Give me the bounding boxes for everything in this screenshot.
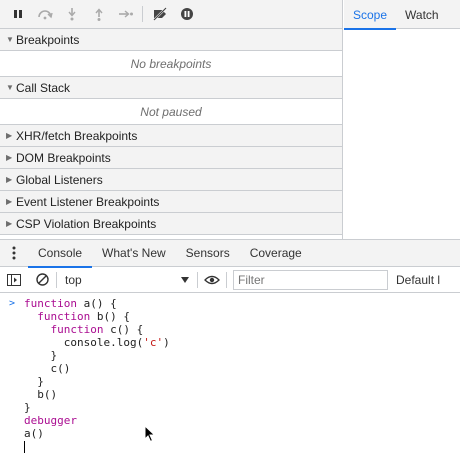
section-title: XHR/fetch Breakpoints: [16, 128, 138, 143]
tab-scope[interactable]: Scope: [344, 0, 397, 30]
code-line: a(): [24, 427, 44, 440]
toolbar-divider: [226, 271, 227, 288]
text-caret: [24, 441, 25, 453]
live-expression-eye-icon[interactable]: [198, 267, 226, 293]
step-over-icon[interactable]: [31, 0, 58, 29]
code-line: [0, 440, 460, 453]
toolbar-divider: [142, 6, 143, 22]
code-line: debugger: [24, 414, 77, 427]
expanded-triangle-icon: ▼: [6, 83, 14, 92]
step-into-icon[interactable]: [58, 0, 85, 29]
context-value: top: [65, 272, 82, 287]
code-line: function c() {: [50, 323, 144, 336]
breakpoints-header[interactable]: ▼ Breakpoints: [0, 29, 342, 51]
more-options-icon[interactable]: [0, 240, 28, 267]
debugger-sidebar: ▼ Breakpoints No breakpoints ▼ Call Stac…: [0, 0, 343, 239]
sources-debugger-panel: ▼ Breakpoints No breakpoints ▼ Call Stac…: [0, 0, 460, 239]
tab-sensors[interactable]: Sensors: [176, 240, 240, 267]
tab-watch[interactable]: Watch: [396, 0, 448, 29]
call-stack-header[interactable]: ▼ Call Stack: [0, 77, 342, 99]
collapsed-triangle-icon: ▶: [6, 175, 13, 184]
debugger-toolbar: [0, 0, 342, 29]
call-stack-status: Not paused: [0, 99, 342, 125]
code-line: }: [24, 401, 31, 414]
drawer-tabbar: Console What's New Sensors Coverage: [0, 240, 460, 268]
collapsed-triangle-icon: ▶: [6, 153, 13, 162]
step-out-icon[interactable]: [85, 0, 112, 29]
expanded-triangle-icon: ▼: [6, 35, 14, 44]
csp-violation-breakpoints-header[interactable]: ▶ CSP Violation Breakpoints: [0, 213, 342, 235]
code-line: console.log('c'): [63, 336, 170, 349]
code-line: c(): [50, 362, 71, 375]
xhr-breakpoints-header[interactable]: ▶ XHR/fetch Breakpoints: [0, 125, 342, 147]
log-levels-dropdown[interactable]: Default l: [396, 273, 440, 287]
section-title: Global Listeners: [16, 172, 103, 187]
code-line: function b() {: [37, 310, 130, 323]
global-listeners-header[interactable]: ▶ Global Listeners: [0, 169, 342, 191]
filter-input[interactable]: [233, 269, 388, 290]
section-title: Breakpoints: [16, 32, 80, 47]
clear-console-icon[interactable]: [28, 267, 56, 293]
code-line: > function a() {: [0, 297, 460, 310]
dom-breakpoints-header[interactable]: ▶ DOM Breakpoints: [0, 147, 342, 169]
event-listener-breakpoints-header[interactable]: ▶ Event Listener Breakpoints: [0, 191, 342, 213]
console-drawer: Console What's New Sensors Coverage top …: [0, 239, 460, 468]
section-title: Event Listener Breakpoints: [16, 194, 160, 209]
scope-watch-tabs: Scope Watch: [344, 0, 460, 30]
section-title: CSP Violation Breakpoints: [16, 216, 157, 231]
show-sidebar-icon[interactable]: [0, 267, 28, 293]
pause-on-exceptions-icon[interactable]: [173, 0, 200, 29]
scope-watch-pane: Scope Watch: [344, 0, 460, 239]
console-input-area[interactable]: > function a() { function b() { function…: [0, 293, 460, 453]
section-title: Call Stack: [16, 80, 71, 95]
collapsed-triangle-icon: ▶: [6, 197, 13, 206]
tab-whats-new[interactable]: What's New: [92, 240, 176, 267]
section-title: DOM Breakpoints: [16, 150, 111, 165]
dropdown-arrow-icon: [181, 276, 189, 283]
deactivate-breakpoints-icon[interactable]: [146, 0, 173, 29]
context-selector[interactable]: top: [57, 270, 197, 290]
step-icon[interactable]: [112, 0, 139, 29]
code-line: }: [50, 349, 58, 362]
collapsed-triangle-icon: ▶: [6, 131, 13, 140]
tab-console[interactable]: Console: [28, 240, 93, 268]
prompt-chevron-icon: >: [8, 298, 16, 309]
breakpoints-empty-message: No breakpoints: [0, 51, 342, 77]
code-line: }: [37, 375, 44, 388]
tab-coverage[interactable]: Coverage: [240, 240, 312, 267]
pause-icon[interactable]: [4, 0, 31, 29]
collapsed-triangle-icon: ▶: [6, 219, 13, 228]
console-toolbar: top Default l: [0, 267, 460, 293]
code-line: b(): [37, 388, 58, 401]
mouse-pointer-icon: [144, 425, 156, 443]
